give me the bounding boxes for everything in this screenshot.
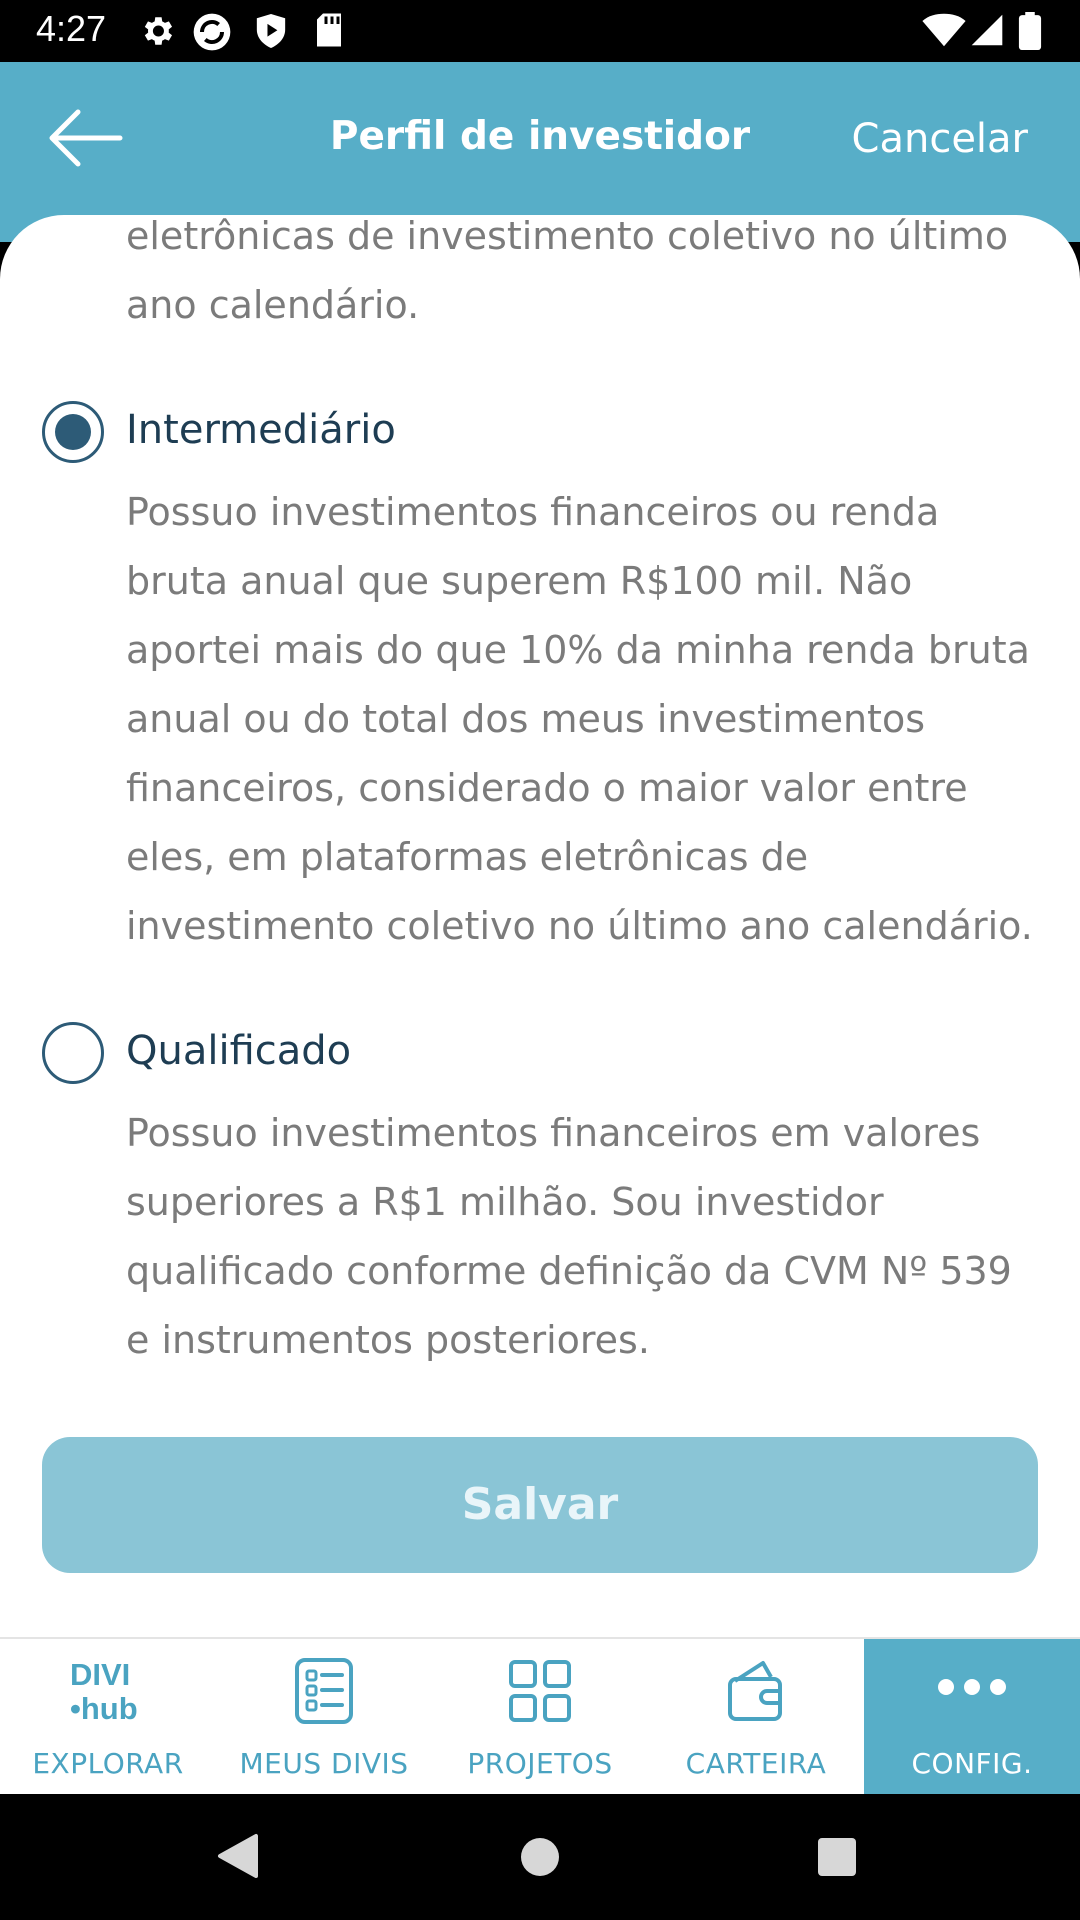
save-button[interactable]: Salvar — [42, 1437, 1038, 1573]
logo-text-divi: DIVI — [70, 1657, 130, 1692]
bottom-navigation: DIVI •hub EXPLORAR MEUS DIVIS PROJETOS C… — [0, 1637, 1080, 1796]
option-description-qualificado: Possuo investimentos financeiros em valo… — [126, 1111, 1012, 1362]
radio-selected-dot — [55, 414, 91, 450]
option-description-intermediario: Possuo investimentos financeiros ou rend… — [126, 490, 1033, 948]
more-dots-icon — [938, 1679, 1006, 1695]
radio-qualificado[interactable] — [42, 1022, 104, 1084]
system-back-icon[interactable] — [216, 1832, 260, 1880]
settings-icon — [144, 17, 173, 45]
nav-item-explorar[interactable]: DIVI •hub EXPLORAR — [0, 1639, 216, 1796]
radio-intermediario[interactable] — [42, 401, 104, 463]
battery-icon — [1018, 12, 1042, 50]
divihub-logo-icon: DIVI •hub — [70, 1657, 138, 1723]
nav-label-explorar: EXPLORAR — [32, 1747, 184, 1780]
nav-item-config[interactable]: CONFIG. — [864, 1639, 1080, 1796]
system-home-icon[interactable] — [519, 1836, 561, 1878]
sync-app-icon — [193, 13, 231, 51]
logo-text-hub: •hub — [70, 1691, 138, 1723]
status-time: 4:27 — [36, 8, 107, 49]
nav-label-config: CONFIG. — [911, 1747, 1033, 1780]
system-recents-icon[interactable] — [816, 1836, 858, 1878]
content-card: eletrônicas de investimento coletivo no … — [0, 215, 1080, 1637]
nav-item-projetos[interactable]: PROJETOS — [432, 1639, 648, 1796]
cell-signal-icon — [971, 14, 1003, 46]
grid-icon — [509, 1660, 571, 1722]
system-navigation-bar — [0, 1794, 1080, 1920]
list-icon — [295, 1658, 353, 1724]
shield-play-icon — [256, 14, 286, 48]
wallet-icon — [728, 1661, 782, 1721]
nav-label-meus-divis: MEUS DIVIS — [239, 1747, 409, 1780]
sd-card-icon — [317, 13, 341, 47]
previous-option-description: eletrônicas de investimento coletivo no … — [126, 215, 1009, 327]
option-label-intermediario[interactable]: Intermediário — [126, 407, 396, 453]
nav-label-carteira: CARTEIRA — [685, 1747, 827, 1780]
nav-label-projetos: PROJETOS — [467, 1747, 613, 1780]
wifi-icon — [922, 13, 966, 47]
nav-item-meus-divis[interactable]: MEUS DIVIS — [216, 1639, 432, 1796]
status-bar: 4:27 — [0, 0, 1080, 62]
nav-item-carteira[interactable]: CARTEIRA — [648, 1639, 864, 1796]
option-label-qualificado[interactable]: Qualificado — [126, 1028, 351, 1074]
cancel-button[interactable]: Cancelar — [852, 116, 1028, 162]
